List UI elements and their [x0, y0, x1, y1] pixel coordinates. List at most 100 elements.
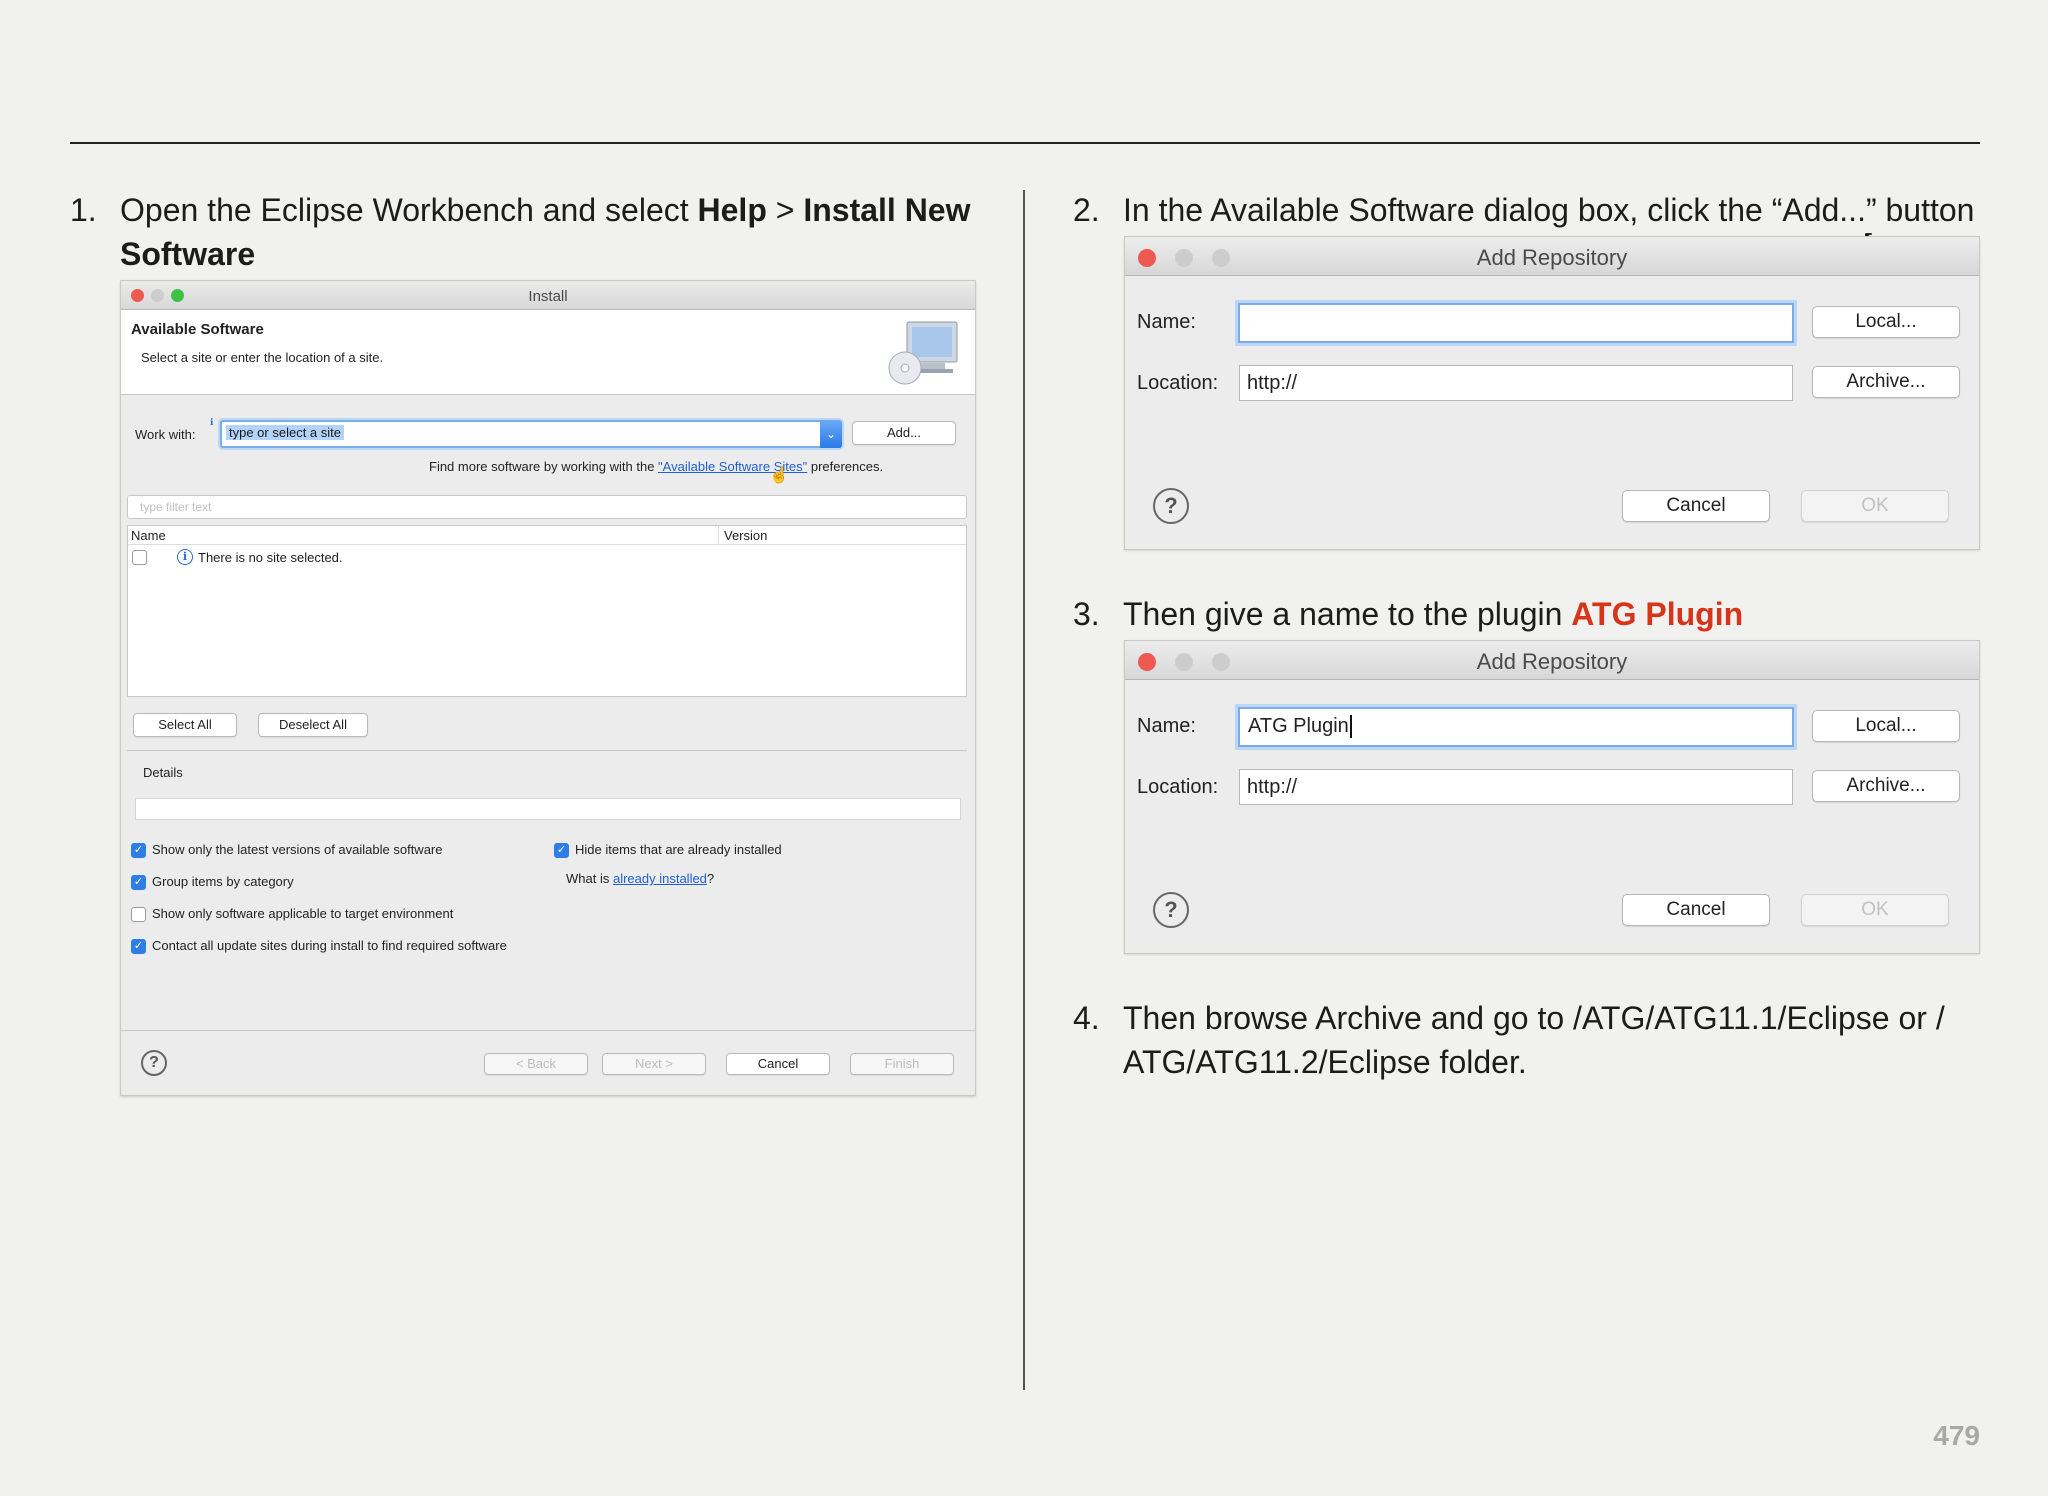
- cancel-button[interactable]: Cancel: [726, 1053, 830, 1075]
- repo-title-bar: Add Repository: [1125, 641, 1979, 680]
- step-4-number: 4.: [1073, 1000, 1100, 1036]
- option-contact-checkbox[interactable]: ✓: [131, 939, 146, 954]
- option-latest-checkbox[interactable]: ✓: [131, 843, 146, 858]
- install-title-bar: Install: [121, 281, 975, 310]
- location-value: http://: [1247, 776, 1298, 798]
- name-label: Name:: [1137, 311, 1196, 333]
- location-label: Location:: [1137, 372, 1219, 394]
- page-number: 479: [1933, 1420, 1980, 1451]
- software-table: Name Version i There is no site selected…: [127, 525, 967, 697]
- option-target-label: Show only software applicable to target …: [152, 906, 454, 921]
- step-1-help: Help: [697, 192, 767, 228]
- filter-input[interactable]: type filter text: [127, 495, 967, 519]
- step-1-install-new: Install New: [803, 192, 971, 228]
- help-icon[interactable]: ?: [141, 1050, 167, 1076]
- filter-placeholder: type filter text: [140, 500, 212, 514]
- step-4-text: Then browse Archive and go to /ATG/ATG11…: [1123, 996, 1945, 1084]
- hide-installed-checkbox[interactable]: ✓: [554, 843, 569, 858]
- option-group-label: Group items by category: [152, 874, 294, 889]
- help-icon[interactable]: ?: [1153, 892, 1189, 928]
- archive-button[interactable]: Archive...: [1812, 366, 1960, 398]
- table-row-checkbox[interactable]: [132, 550, 147, 565]
- finish-button[interactable]: Finish: [850, 1053, 954, 1075]
- what-is-pre: What is: [566, 871, 613, 886]
- name-value: ATG Plugin: [1248, 715, 1352, 738]
- option-target-checkbox[interactable]: [131, 907, 146, 922]
- chevron-down-icon[interactable]: ⌄: [820, 420, 842, 448]
- find-more-post: preferences.: [807, 459, 884, 474]
- find-more-pre: Find more software by working with the: [429, 459, 659, 474]
- step-3-plugin-name: ATG Plugin: [1571, 596, 1744, 632]
- already-installed-link[interactable]: already installed: [613, 871, 707, 886]
- option-group-checkbox[interactable]: ✓: [131, 875, 146, 890]
- step-2: 2. In the Available Software dialog box,…: [1073, 188, 1993, 232]
- footer-divider: [121, 1030, 975, 1031]
- field-hint-icon: ℹ: [210, 417, 214, 427]
- table-header: Name Version: [128, 526, 966, 545]
- find-more-text: Find more software by working with the "…: [429, 459, 883, 474]
- details-area: [135, 798, 961, 820]
- step-3: 3. Then give a name to the plugin ATG Pl…: [1073, 592, 1993, 636]
- cancel-button[interactable]: Cancel: [1622, 490, 1770, 522]
- step-1-number: 1.: [70, 192, 97, 228]
- archive-button[interactable]: Archive...: [1812, 770, 1960, 802]
- info-icon: i: [177, 549, 193, 565]
- step-4: 4. Then browse Archive and go to /ATG/AT…: [1073, 996, 2003, 1086]
- install-dialog: Install Available Software Select a site…: [120, 280, 976, 1096]
- repo-title: Add Repository: [1476, 649, 1628, 674]
- step-1-sep: >: [766, 192, 804, 228]
- step-2-number: 2.: [1073, 192, 1100, 228]
- available-software-heading: Available Software: [131, 321, 264, 338]
- details-divider: [127, 750, 967, 751]
- local-button[interactable]: Local...: [1812, 306, 1960, 338]
- details-label: Details: [143, 765, 183, 780]
- step-1-pre: Open the Eclipse Workbench and select: [120, 192, 698, 228]
- column-version: Version: [724, 528, 768, 543]
- step-4-line-2: ATG/ATG11.2/Eclipse folder.: [1123, 1044, 1527, 1080]
- column-divider: [1023, 190, 1025, 1390]
- available-software-subheading: Select a site or enter the location of a…: [141, 350, 384, 365]
- step-3-number: 3.: [1073, 596, 1100, 632]
- step-3-pre: Then give a name to the plugin: [1123, 596, 1572, 632]
- work-with-combo[interactable]: type or select a site ⌄: [220, 420, 842, 448]
- option-contact-label: Contact all update sites during install …: [152, 938, 507, 953]
- install-title: Install: [528, 288, 568, 305]
- next-button[interactable]: Next >: [602, 1053, 706, 1075]
- step-1: 1. Open the Eclipse Workbench and select…: [70, 188, 990, 278]
- hide-installed-label: Hide items that are already installed: [575, 842, 782, 857]
- ok-button[interactable]: OK: [1801, 490, 1949, 522]
- top-rule: [70, 142, 1980, 144]
- monitor-cd-icon: [888, 321, 958, 385]
- location-field[interactable]: http://: [1239, 365, 1793, 401]
- no-site-text: There is no site selected.: [198, 550, 343, 565]
- work-with-label: Work with:: [135, 427, 196, 442]
- what-is-post: ?: [706, 871, 715, 886]
- name-field[interactable]: ATG Plugin: [1238, 707, 1794, 747]
- install-banner: Available Software Select a site or ente…: [121, 310, 975, 395]
- ok-button[interactable]: OK: [1801, 894, 1949, 926]
- select-all-button[interactable]: Select All: [133, 713, 237, 737]
- hand-cursor-icon: ☝: [769, 467, 789, 484]
- add-site-button[interactable]: Add...: [852, 421, 956, 445]
- help-icon[interactable]: ?: [1153, 488, 1189, 524]
- deselect-all-button[interactable]: Deselect All: [258, 713, 368, 737]
- step-4-line-1: Then browse Archive and go to /ATG/ATG11…: [1123, 1000, 1945, 1036]
- repo-title-bar: Add Repository: [1125, 237, 1979, 276]
- local-button[interactable]: Local...: [1812, 710, 1960, 742]
- location-value: http://: [1247, 372, 1298, 394]
- work-with-value: type or select a site: [226, 425, 344, 440]
- column-name: Name: [131, 528, 166, 543]
- cancel-button[interactable]: Cancel: [1622, 894, 1770, 926]
- what-is-installed: What is already installed?: [566, 871, 714, 886]
- location-label: Location:: [1137, 776, 1219, 798]
- step-1-software: Software: [120, 236, 256, 272]
- option-latest-label: Show only the latest versions of availab…: [152, 842, 443, 857]
- column-separator: [718, 526, 719, 544]
- step-1-text: Open the Eclipse Workbench and select He…: [120, 188, 1000, 276]
- add-repository-dialog-filled: Add Repository Name: ATG Plugin Local...…: [1124, 640, 1980, 954]
- add-repository-dialog-empty: Add Repository Name: Local... Location: …: [1124, 236, 1980, 550]
- back-button[interactable]: < Back: [484, 1053, 588, 1075]
- name-label: Name:: [1137, 715, 1196, 737]
- location-field[interactable]: http://: [1239, 769, 1793, 805]
- name-field[interactable]: [1238, 303, 1794, 343]
